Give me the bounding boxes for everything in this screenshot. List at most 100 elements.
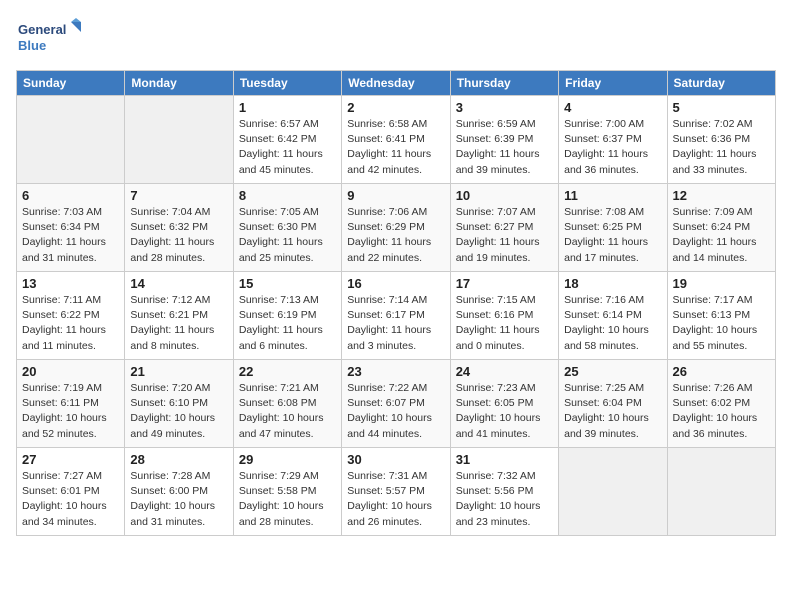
week-row-3: 13 Sunrise: 7:11 AMSunset: 6:22 PMDayligh…	[17, 272, 776, 360]
day-detail: Sunrise: 7:02 AMSunset: 6:36 PMDaylight:…	[673, 117, 770, 178]
day-number: 8	[239, 188, 336, 203]
calendar-cell	[559, 448, 667, 536]
day-number: 1	[239, 100, 336, 115]
day-number: 16	[347, 276, 444, 291]
day-detail: Sunrise: 7:12 AMSunset: 6:21 PMDaylight:…	[130, 293, 227, 354]
header-row: SundayMondayTuesdayWednesdayThursdayFrid…	[17, 71, 776, 96]
calendar-cell: 29Sunrise: 7:29 AMSunset: 5:58 PMDayligh…	[233, 448, 341, 536]
week-row-1: 1 Sunrise: 6:57 AMSunset: 6:42 PMDaylight…	[17, 96, 776, 184]
header-tuesday: Tuesday	[233, 71, 341, 96]
day-number: 18	[564, 276, 661, 291]
day-number: 25	[564, 364, 661, 379]
day-number: 6	[22, 188, 119, 203]
day-detail: Sunrise: 7:22 AMSunset: 6:07 PMDaylight:…	[347, 381, 444, 442]
day-number: 4	[564, 100, 661, 115]
calendar-cell: 2Sunrise: 6:58 AMSunset: 6:41 PMDaylight…	[342, 96, 450, 184]
day-detail: Sunrise: 7:14 AMSunset: 6:17 PMDaylight:…	[347, 293, 444, 354]
calendar-cell: 24Sunrise: 7:23 AMSunset: 6:05 PMDayligh…	[450, 360, 558, 448]
header-sunday: Sunday	[17, 71, 125, 96]
day-detail: Sunrise: 7:21 AMSunset: 6:08 PMDaylight:…	[239, 381, 336, 442]
calendar-cell	[125, 96, 233, 184]
day-detail: Sunrise: 7:23 AMSunset: 6:05 PMDaylight:…	[456, 381, 553, 442]
day-number: 20	[22, 364, 119, 379]
calendar-cell: 12 Sunrise: 7:09 AMSunset: 6:24 PMDayligh…	[667, 184, 775, 272]
calendar-cell: 23 Sunrise: 7:22 AMSunset: 6:07 PMDayligh…	[342, 360, 450, 448]
calendar-cell: 31 Sunrise: 7:32 AMSunset: 5:56 PMDayligh…	[450, 448, 558, 536]
calendar-cell: 19 Sunrise: 7:17 AMSunset: 6:13 PMDayligh…	[667, 272, 775, 360]
week-row-2: 6Sunrise: 7:03 AMSunset: 6:34 PMDaylight…	[17, 184, 776, 272]
week-row-4: 20 Sunrise: 7:19 AMSunset: 6:11 PMDayligh…	[17, 360, 776, 448]
calendar-cell: 30Sunrise: 7:31 AMSunset: 5:57 PMDayligh…	[342, 448, 450, 536]
day-detail: Sunrise: 7:00 AMSunset: 6:37 PMDaylight:…	[564, 117, 661, 178]
calendar-cell: 14Sunrise: 7:12 AMSunset: 6:21 PMDayligh…	[125, 272, 233, 360]
day-detail: Sunrise: 7:15 AMSunset: 6:16 PMDaylight:…	[456, 293, 553, 354]
calendar-cell: 25 Sunrise: 7:25 AMSunset: 6:04 PMDayligh…	[559, 360, 667, 448]
day-detail: Sunrise: 6:59 AMSunset: 6:39 PMDaylight:…	[456, 117, 553, 178]
calendar-cell: 11 Sunrise: 7:08 AMSunset: 6:25 PMDayligh…	[559, 184, 667, 272]
calendar-cell: 28Sunrise: 7:28 AMSunset: 6:00 PMDayligh…	[125, 448, 233, 536]
calendar-cell: 17 Sunrise: 7:15 AMSunset: 6:16 PMDayligh…	[450, 272, 558, 360]
calendar-cell: 7 Sunrise: 7:04 AMSunset: 6:32 PMDaylight…	[125, 184, 233, 272]
calendar-cell: 15 Sunrise: 7:13 AMSunset: 6:19 PMDayligh…	[233, 272, 341, 360]
day-number: 10	[456, 188, 553, 203]
day-detail: Sunrise: 7:09 AMSunset: 6:24 PMDaylight:…	[673, 205, 770, 266]
day-detail: Sunrise: 7:27 AMSunset: 6:01 PMDaylight:…	[22, 469, 119, 530]
day-number: 21	[130, 364, 227, 379]
calendar-cell	[667, 448, 775, 536]
day-detail: Sunrise: 7:20 AMSunset: 6:10 PMDaylight:…	[130, 381, 227, 442]
calendar-cell: 13 Sunrise: 7:11 AMSunset: 6:22 PMDayligh…	[17, 272, 125, 360]
day-detail: Sunrise: 7:31 AMSunset: 5:57 PMDaylight:…	[347, 469, 444, 530]
svg-text:General: General	[18, 22, 66, 37]
day-number: 28	[130, 452, 227, 467]
header-wednesday: Wednesday	[342, 71, 450, 96]
day-number: 13	[22, 276, 119, 291]
header-friday: Friday	[559, 71, 667, 96]
calendar-header: SundayMondayTuesdayWednesdayThursdayFrid…	[17, 71, 776, 96]
calendar-cell: 16 Sunrise: 7:14 AMSunset: 6:17 PMDayligh…	[342, 272, 450, 360]
calendar-cell: 9Sunrise: 7:06 AMSunset: 6:29 PMDaylight…	[342, 184, 450, 272]
header-saturday: Saturday	[667, 71, 775, 96]
calendar-cell: 27 Sunrise: 7:27 AMSunset: 6:01 PMDayligh…	[17, 448, 125, 536]
calendar-cell: 10 Sunrise: 7:07 AMSunset: 6:27 PMDayligh…	[450, 184, 558, 272]
day-detail: Sunrise: 7:08 AMSunset: 6:25 PMDaylight:…	[564, 205, 661, 266]
calendar-body: 1 Sunrise: 6:57 AMSunset: 6:42 PMDaylight…	[17, 96, 776, 536]
day-number: 23	[347, 364, 444, 379]
header-monday: Monday	[125, 71, 233, 96]
calendar-cell: 26Sunrise: 7:26 AMSunset: 6:02 PMDayligh…	[667, 360, 775, 448]
calendar-cell: 1 Sunrise: 6:57 AMSunset: 6:42 PMDaylight…	[233, 96, 341, 184]
calendar-cell: 18 Sunrise: 7:16 AMSunset: 6:14 PMDayligh…	[559, 272, 667, 360]
calendar-cell: 6Sunrise: 7:03 AMSunset: 6:34 PMDaylight…	[17, 184, 125, 272]
day-detail: Sunrise: 7:17 AMSunset: 6:13 PMDaylight:…	[673, 293, 770, 354]
day-detail: Sunrise: 6:58 AMSunset: 6:41 PMDaylight:…	[347, 117, 444, 178]
day-detail: Sunrise: 7:06 AMSunset: 6:29 PMDaylight:…	[347, 205, 444, 266]
day-detail: Sunrise: 7:19 AMSunset: 6:11 PMDaylight:…	[22, 381, 119, 442]
day-detail: Sunrise: 7:05 AMSunset: 6:30 PMDaylight:…	[239, 205, 336, 266]
day-number: 15	[239, 276, 336, 291]
day-number: 31	[456, 452, 553, 467]
day-number: 19	[673, 276, 770, 291]
week-row-5: 27 Sunrise: 7:27 AMSunset: 6:01 PMDayligh…	[17, 448, 776, 536]
day-detail: Sunrise: 7:29 AMSunset: 5:58 PMDaylight:…	[239, 469, 336, 530]
day-detail: Sunrise: 6:57 AMSunset: 6:42 PMDaylight:…	[239, 117, 336, 178]
day-detail: Sunrise: 7:07 AMSunset: 6:27 PMDaylight:…	[456, 205, 553, 266]
day-number: 27	[22, 452, 119, 467]
day-detail: Sunrise: 7:26 AMSunset: 6:02 PMDaylight:…	[673, 381, 770, 442]
day-detail: Sunrise: 7:04 AMSunset: 6:32 PMDaylight:…	[130, 205, 227, 266]
day-number: 12	[673, 188, 770, 203]
day-detail: Sunrise: 7:32 AMSunset: 5:56 PMDaylight:…	[456, 469, 553, 530]
day-number: 5	[673, 100, 770, 115]
calendar-cell: 20 Sunrise: 7:19 AMSunset: 6:11 PMDayligh…	[17, 360, 125, 448]
day-number: 3	[456, 100, 553, 115]
calendar-cell: 21 Sunrise: 7:20 AMSunset: 6:10 PMDayligh…	[125, 360, 233, 448]
day-number: 7	[130, 188, 227, 203]
day-detail: Sunrise: 7:11 AMSunset: 6:22 PMDaylight:…	[22, 293, 119, 354]
day-number: 17	[456, 276, 553, 291]
day-number: 11	[564, 188, 661, 203]
day-detail: Sunrise: 7:25 AMSunset: 6:04 PMDaylight:…	[564, 381, 661, 442]
header-thursday: Thursday	[450, 71, 558, 96]
calendar-cell: 5 Sunrise: 7:02 AMSunset: 6:36 PMDaylight…	[667, 96, 775, 184]
day-detail: Sunrise: 7:16 AMSunset: 6:14 PMDaylight:…	[564, 293, 661, 354]
logo: General Blue	[16, 16, 86, 60]
day-detail: Sunrise: 7:13 AMSunset: 6:19 PMDaylight:…	[239, 293, 336, 354]
calendar-cell	[17, 96, 125, 184]
